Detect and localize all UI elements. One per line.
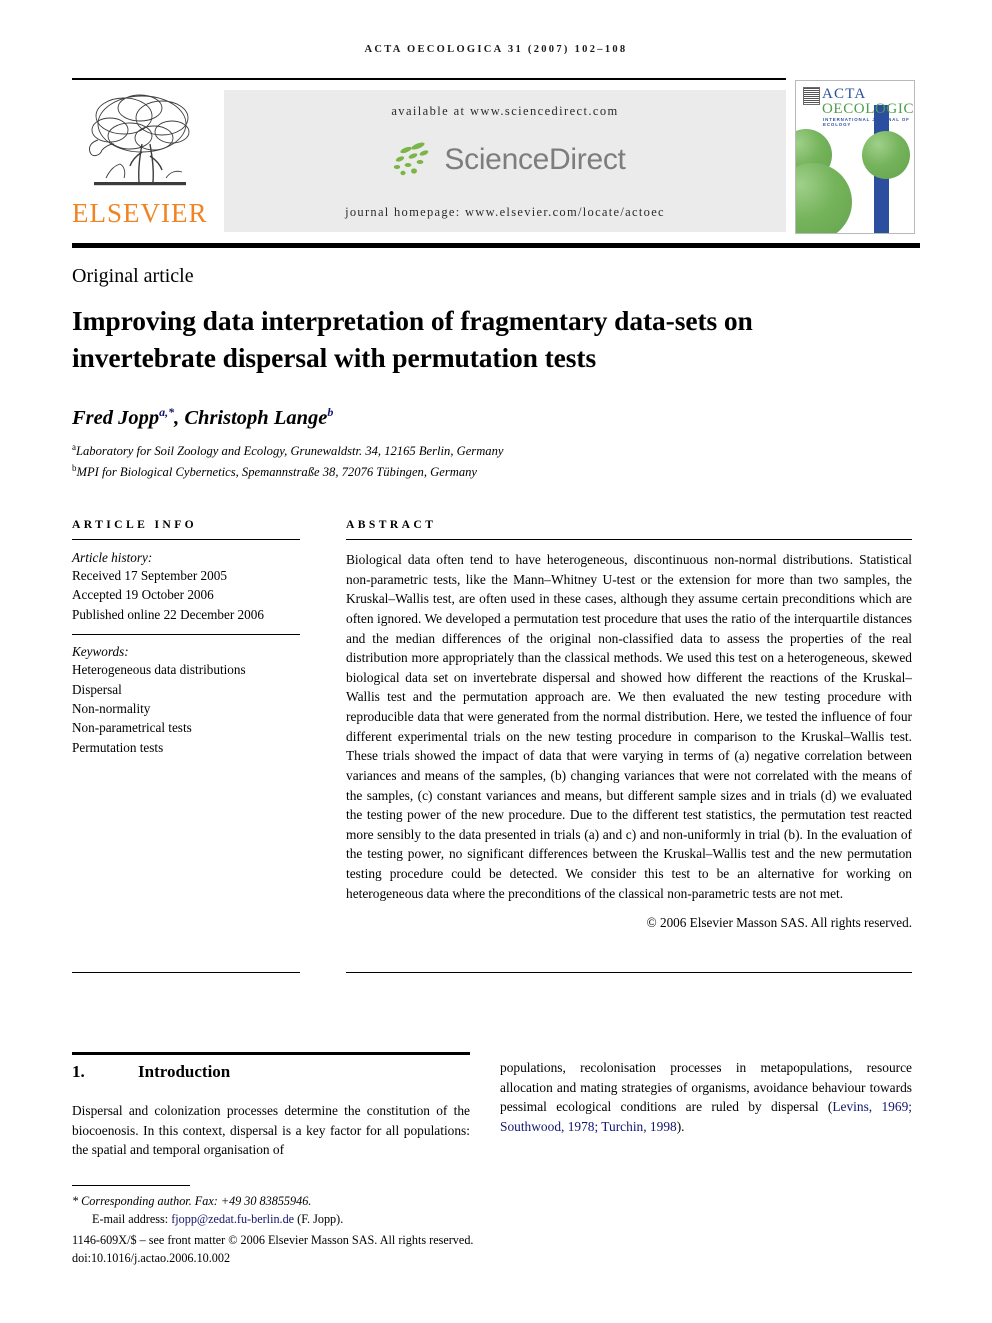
available-at-text: available at www.sciencedirect.com (391, 104, 619, 118)
sciencedirect-logo[interactable]: ScienceDirect (384, 140, 626, 180)
article-history-item: Received 17 September 2005 (72, 568, 227, 583)
cover-sphere (862, 131, 910, 179)
intro-text-after-citation: ). (676, 1118, 685, 1134)
doi-note: doi:10.1016/j.actao.2006.10.002 (72, 1250, 231, 1265)
author-name: Christoph Lange (184, 406, 328, 429)
sciencedirect-wordmark: ScienceDirect (444, 143, 626, 176)
keyword-item: Non-parametrical tests (72, 720, 192, 736)
sciencedirect-panel: available at www.sciencedirect.com Scien… (224, 90, 786, 232)
article-info-heading: ARTICLE INFO (72, 518, 198, 531)
keywords-label: Keywords: (72, 644, 129, 660)
corresponding-author-note: * Corresponding author. Fax: +49 30 8385… (72, 1194, 312, 1208)
email-note: E-mail address: fjopp@zedat.fu-berlin.de… (72, 1210, 632, 1228)
page-title: Improving data interpretation of fragmen… (72, 305, 753, 373)
masthead-bottom-rule (72, 243, 920, 248)
elsevier-wordmark: ELSEVIER (72, 198, 208, 228)
email-label: E-mail address: (92, 1212, 169, 1227)
cover-elsevier-icon (803, 87, 820, 105)
affiliation-item: bMPI for Biological Cybernetics, Spemann… (72, 462, 772, 483)
abstract-copyright: © 2006 Elsevier Masson SAS. All rights r… (646, 915, 912, 931)
cover-subtitle: INTERNATIONAL JOURNAL OF ECOLOGY (823, 117, 910, 127)
masthead: ELSEVIER available at www.sciencedirect.… (72, 84, 786, 236)
cover-title-oecologica: OECOLOGICA (822, 101, 915, 117)
sciencedirect-leaves-icon (394, 142, 429, 176)
section-number: 1. (72, 1062, 85, 1081)
keyword-item: Dispersal (72, 681, 122, 697)
keyword-item: Non-normality (72, 701, 151, 717)
front-matter-note: 1146-609X/$ – see front matter © 2006 El… (72, 1232, 474, 1247)
keyword-item: Heterogeneous data distributions (72, 662, 246, 678)
introduction-rule (72, 1052, 470, 1055)
introduction-body-right: populations, recolonisation processes in… (500, 1058, 912, 1136)
abstract-column: ABSTRACT Biological data often tend to h… (346, 518, 912, 931)
abstract-divider (346, 539, 912, 540)
article-page: ACTA OECOLOGICA 31 (2007) 102–108 ELSEVI… (0, 0, 992, 1323)
cover-sphere (796, 163, 852, 233)
elsevier-tree-icon (80, 86, 198, 198)
running-head: ACTA OECOLOGICA 31 (2007) 102–108 (364, 44, 628, 55)
journal-cover-thumbnail[interactable]: ACTA OECOLOGICA INTERNATIONAL JOURNAL OF… (795, 80, 915, 234)
author-list: Fred Joppa,*, Christoph Langeb (72, 405, 334, 429)
introduction-heading: 1. Introduction (72, 1062, 230, 1082)
footnote-block: * Corresponding author. Fax: +49 30 8385… (72, 1192, 632, 1267)
footnote-rule (72, 1185, 190, 1186)
keywords-divider (72, 634, 300, 636)
elsevier-logo: ELSEVIER (72, 86, 208, 236)
keyword-item: Permutation tests (72, 739, 164, 755)
abstract-heading: ABSTRACT (346, 518, 437, 531)
email-link[interactable]: fjopp@zedat.fu-berlin.de (171, 1212, 294, 1226)
article-history-label: Article history: (72, 550, 153, 565)
article-info-divider (72, 539, 300, 540)
affiliation-text: Laboratory for Soil Zoology and Ecology,… (76, 444, 504, 459)
article-history-item: Accepted 19 October 2006 (72, 587, 214, 603)
section-title: Introduction (138, 1062, 231, 1081)
article-info-column: ARTICLE INFO Article history: Received 1… (72, 518, 300, 757)
article-history-item: Published online 22 December 2006 (72, 606, 264, 622)
article-type-label: Original article (72, 265, 194, 287)
author-affiliation-mark: a,* (159, 405, 175, 419)
abstract-bottom-rule (346, 972, 912, 973)
abstract-text: Biological data often tend to have heter… (346, 552, 912, 901)
info-bottom-rule (72, 972, 300, 973)
author-name: Fred Jopp (72, 406, 160, 429)
affiliation-item: aLaboratory for Soil Zoology and Ecology… (72, 441, 772, 462)
masthead-top-rule (72, 78, 786, 80)
journal-homepage-text[interactable]: journal homepage: www.elsevier.com/locat… (345, 205, 665, 220)
email-owner: (F. Jopp). (297, 1212, 344, 1227)
affiliations: aLaboratory for Soil Zoology and Ecology… (72, 441, 772, 482)
author-affiliation-mark: b (327, 405, 334, 419)
introduction-body-left: Dispersal and colonization processes det… (72, 1103, 470, 1158)
affiliation-text: MPI for Biological Cybernetics, Spemanns… (76, 464, 478, 479)
